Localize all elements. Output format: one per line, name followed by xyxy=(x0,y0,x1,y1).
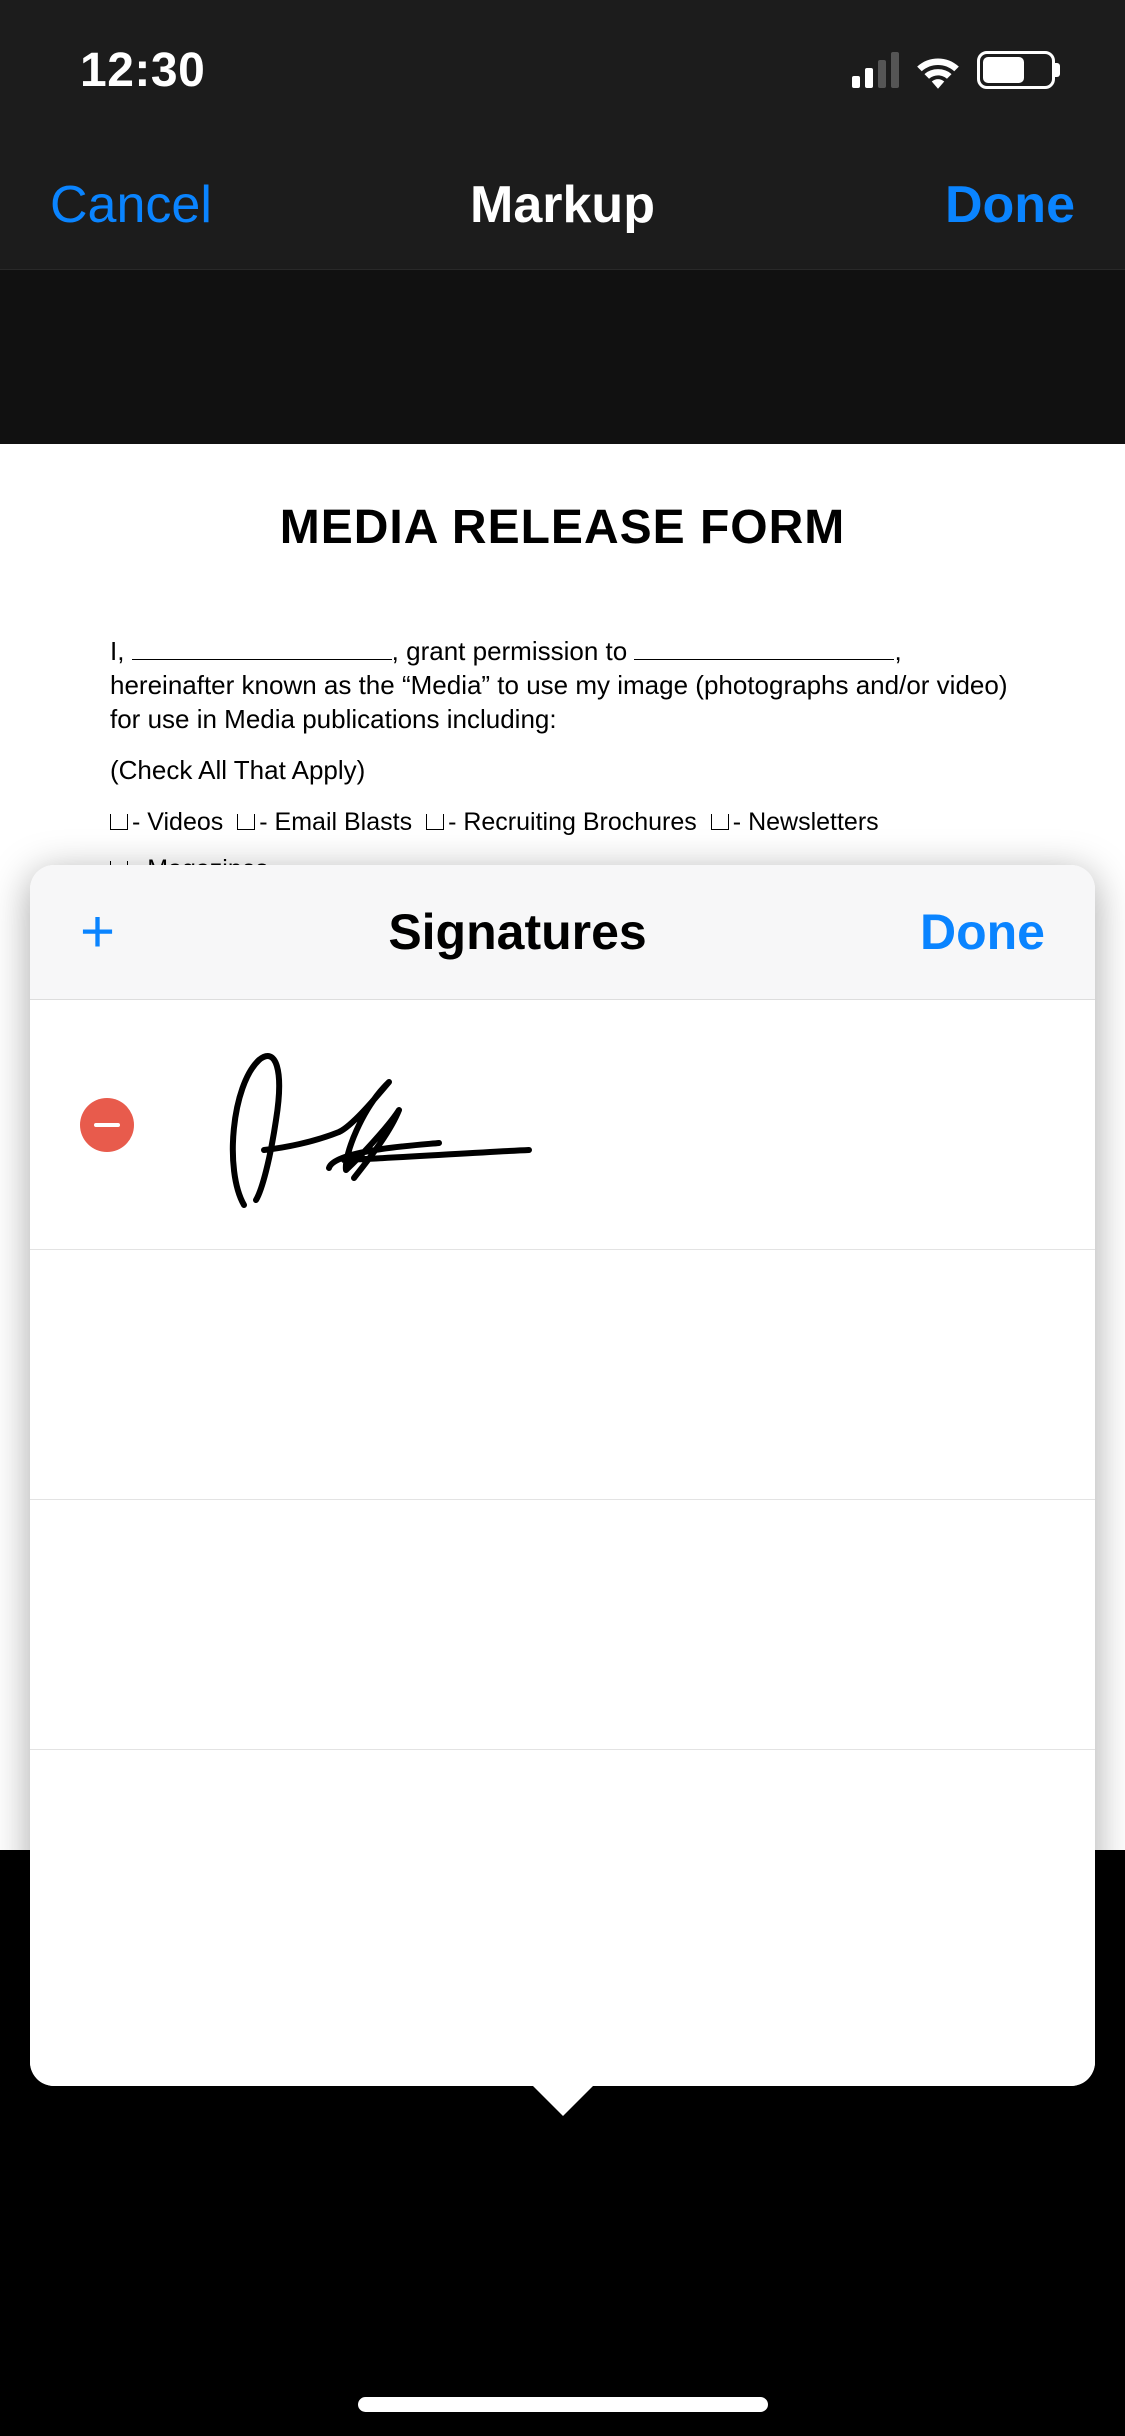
check-item: - Newsletters xyxy=(711,806,879,839)
check-label: - Videos xyxy=(132,806,223,839)
check-item: - Email Blasts xyxy=(237,806,412,839)
check-item: - Videos xyxy=(110,806,223,839)
cellular-icon xyxy=(852,52,899,88)
document-body: I, , grant permission to , hereinafter k… xyxy=(110,635,1015,885)
delete-signature-button[interactable] xyxy=(80,1098,134,1152)
done-button[interactable]: Done xyxy=(875,175,1075,235)
battery-icon xyxy=(977,51,1055,89)
check-item: - Recruiting Brochures xyxy=(426,806,697,839)
checkbox-icon xyxy=(711,814,729,830)
checkbox-icon xyxy=(110,814,128,830)
doc-text: hereinafter known as the “Media” to use … xyxy=(110,670,1007,734)
status-indicators xyxy=(852,51,1055,89)
markup-nav-bar: Cancel Markup Done xyxy=(0,140,1125,270)
popover-title: Signatures xyxy=(388,903,646,961)
doc-text: , grant permission to xyxy=(392,636,635,666)
wifi-icon xyxy=(913,51,963,89)
blank-grantee xyxy=(634,638,894,660)
status-bar: 12:30 xyxy=(0,0,1125,140)
check-label: - Email Blasts xyxy=(259,806,412,839)
home-indicator[interactable] xyxy=(358,2397,768,2412)
check-all-label: (Check All That Apply) xyxy=(110,754,1015,788)
check-label: - Newsletters xyxy=(733,806,879,839)
checkbox-icon xyxy=(426,814,444,830)
signature-list[interactable] xyxy=(30,1000,1095,2086)
doc-text: , xyxy=(894,636,901,666)
cancel-button[interactable]: Cancel xyxy=(50,175,250,235)
checkbox-icon xyxy=(237,814,255,830)
blank-name xyxy=(132,638,392,660)
signatures-popover: + Signatures Done xyxy=(30,865,1095,2086)
popover-done-button[interactable]: Done xyxy=(920,903,1045,961)
doc-text: I, xyxy=(110,636,132,666)
signature-row[interactable] xyxy=(30,1000,1095,1250)
signature-row[interactable] xyxy=(30,1250,1095,1500)
signature-preview[interactable] xyxy=(184,1030,544,1220)
status-time: 12:30 xyxy=(80,43,205,98)
add-signature-button[interactable]: + xyxy=(80,902,115,962)
popover-header: + Signatures Done xyxy=(30,865,1095,1000)
signature-row[interactable] xyxy=(30,1500,1095,1750)
nav-title: Markup xyxy=(470,175,655,235)
check-label: - Recruiting Brochures xyxy=(448,806,697,839)
document-heading: MEDIA RELEASE FORM xyxy=(110,500,1015,555)
